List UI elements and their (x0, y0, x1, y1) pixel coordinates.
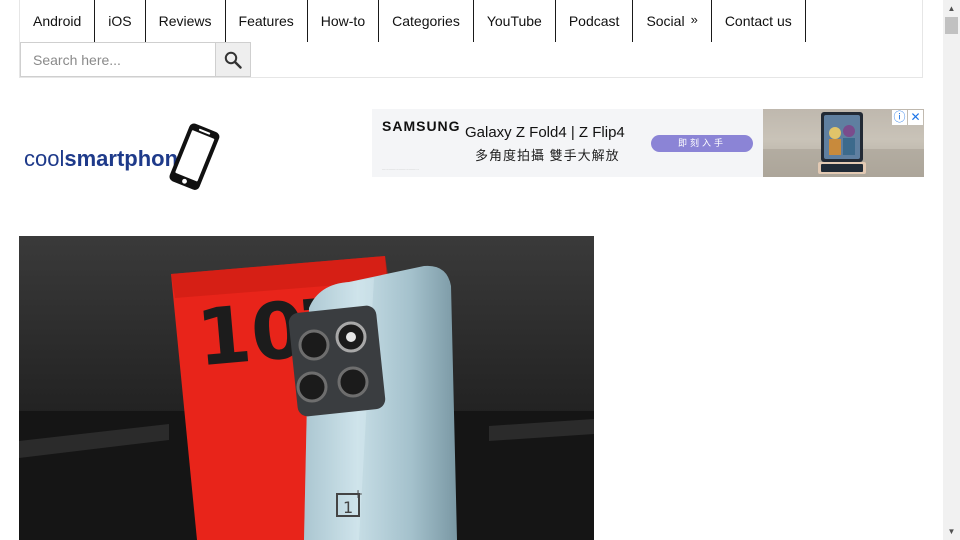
site-logo[interactable]: coolsmartphone (24, 122, 226, 194)
nav-item-label: How-to (320, 13, 366, 29)
ad-headline: Galaxy Z Fold4 | Z Flip4 (465, 124, 625, 141)
nav-item-label: Categories (392, 13, 460, 29)
ad-cta-button[interactable]: 即刻入手 (651, 135, 753, 152)
search-button[interactable] (216, 42, 251, 77)
nav-item-label: Contact us (724, 13, 792, 29)
scrollbar-thumb[interactable] (945, 17, 958, 34)
nav-item-social[interactable]: Social » (633, 0, 712, 42)
smartphone-icon (169, 123, 220, 190)
ad-fine-print: ................................. (382, 166, 419, 171)
nav-item-youtube[interactable]: YouTube (474, 0, 556, 42)
search-icon (224, 51, 242, 69)
nav-item-reviews[interactable]: Reviews (146, 0, 226, 42)
ad-banner[interactable]: SAMSUNG Galaxy Z Fold4 | Z Flip4 多角度拍攝 雙… (372, 109, 924, 177)
nav-item-label: Social (646, 13, 685, 29)
nav-item-ios[interactable]: iOS (95, 0, 146, 42)
nav-item-how-to[interactable]: How-to (308, 0, 380, 42)
scroll-up-arrow-icon[interactable]: ▲ (943, 0, 960, 17)
nav-item-contact-us[interactable]: Contact us (712, 0, 806, 42)
nav-item-features[interactable]: Features (226, 0, 308, 42)
nav-item-label: YouTube (486, 13, 542, 29)
main-nav: Android iOS Reviews Features How-to Cate… (20, 0, 806, 42)
page: Android iOS Reviews Features How-to Cate… (0, 0, 943, 540)
ad-close-icon[interactable]: ✕ (908, 110, 923, 125)
ad-brand: SAMSUNG (382, 118, 461, 134)
ad-subline: 多角度拍攝 雙手大解放 (475, 148, 620, 163)
svg-text:+: + (353, 487, 363, 501)
nav-item-label: iOS (108, 13, 132, 29)
scroll-down-arrow-icon[interactable]: ▼ (943, 523, 960, 540)
nav-item-android[interactable]: Android (20, 0, 96, 42)
logo-text-regular: cool (24, 146, 65, 171)
nav-item-label: Podcast (568, 13, 620, 29)
search-input[interactable] (20, 42, 216, 77)
vertical-scrollbar[interactable]: ▲ ▼ (943, 0, 960, 540)
nav-item-label: Android (33, 13, 82, 29)
nav-item-podcast[interactable]: Podcast (556, 0, 634, 42)
double-chevron-right-icon: » (690, 12, 698, 27)
featured-image[interactable]: 10T 1 + (19, 236, 594, 540)
search-form (20, 42, 251, 77)
nav-item-categories[interactable]: Categories (379, 0, 474, 42)
ad-info-icon[interactable]: ⓘ (892, 110, 907, 125)
nav-item-label: Features (238, 13, 294, 29)
oneplus-10t-photo: 10T 1 + (19, 236, 594, 540)
nav-item-label: Reviews (158, 13, 212, 29)
header-bar: Android iOS Reviews Features How-to Cate… (19, 0, 923, 78)
svg-text:1: 1 (343, 498, 353, 517)
